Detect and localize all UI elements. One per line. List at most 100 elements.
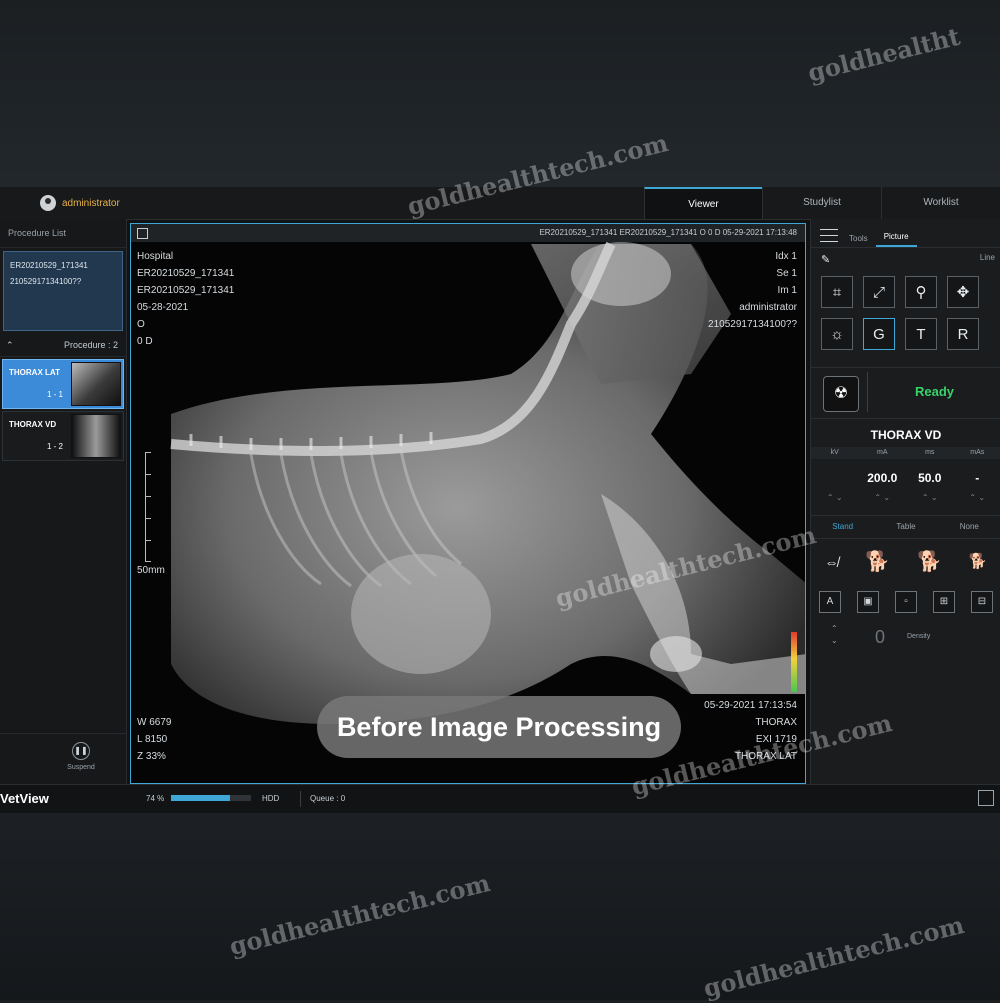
overlay-acq-time: 05-29-2021 17:13:54 xyxy=(704,697,797,714)
overlay-view: THORAX LAT xyxy=(704,748,797,765)
overlay-age: 0 D xyxy=(137,333,234,350)
user-name: administrator xyxy=(62,198,120,209)
stepper-arrows-icon[interactable]: ⌃ ⌄ xyxy=(906,493,954,507)
procedure-count: ⌃ Procedure : 2 xyxy=(0,334,126,357)
param-header: mAs xyxy=(954,447,1000,459)
density-label: Density xyxy=(907,633,930,640)
stepper-arrows-icon[interactable]: ⌃ ⌄ xyxy=(811,493,859,507)
param-header: mA xyxy=(859,447,907,459)
pencil-icon[interactable]: ✎ xyxy=(821,253,830,266)
tool-grid: ⌗ ⤢ ⚲ ✥ ☼ G T R xyxy=(811,264,1000,350)
g-icon[interactable]: G xyxy=(863,318,895,350)
overlay-exposure-index: EXI 1719 xyxy=(704,731,797,748)
grid-layout-icon[interactable]: ⊞ xyxy=(933,591,955,613)
fit-icon[interactable]: ⤢ xyxy=(863,276,895,308)
procedure-panel: Procedure List ER20210529_171341 2105291… xyxy=(0,219,127,784)
brightness-icon[interactable]: ☼ xyxy=(821,318,853,350)
procedure-label: THORAX LAT xyxy=(9,368,60,377)
stepper-arrows-icon[interactable]: ⌃ ⌄ xyxy=(954,493,1000,507)
queue-status: Queue : 0 xyxy=(310,794,345,803)
line-label: Line xyxy=(980,253,995,262)
text-icon[interactable]: T xyxy=(905,318,937,350)
move-icon[interactable]: ✥ xyxy=(947,276,979,308)
param-value-ms[interactable]: 50.0 xyxy=(906,463,954,493)
density-stepper-icon[interactable]: ⌃⌄ xyxy=(831,623,838,647)
layout-icon[interactable] xyxy=(137,228,148,239)
tools-panel: Tools Picture ✎ Line ⌗ ⤢ ⚲ ✥ ☼ G T R ☢ R… xyxy=(810,219,1000,784)
window-icon[interactable] xyxy=(978,790,994,806)
tab-stand[interactable]: Stand xyxy=(811,516,874,538)
overlay-index: Idx 1 xyxy=(708,248,797,265)
tab-table[interactable]: Table xyxy=(874,516,937,538)
large-dog-icon[interactable]: 🐕 xyxy=(865,545,890,579)
position-tabs: Stand Table None xyxy=(811,515,1000,539)
patient-card[interactable]: ER20210529_171341 21052917134100?? xyxy=(3,251,123,331)
split-icon[interactable]: ⇎ xyxy=(824,545,838,579)
zoom-icon[interactable]: ⚲ xyxy=(905,276,937,308)
small-dog-icon[interactable]: 🐕 xyxy=(969,545,988,579)
center-field-icon[interactable]: ▫ xyxy=(895,591,917,613)
param-value-kv[interactable] xyxy=(811,463,859,493)
param-value-ma[interactable]: 200.0 xyxy=(859,463,907,493)
overlay-study-id: ER20210529_171341 xyxy=(137,282,234,299)
scale-ruler xyxy=(145,452,154,562)
tab-viewer[interactable]: Viewer xyxy=(644,187,762,219)
suspend-button[interactable]: ❚❚ Suspend xyxy=(60,742,102,771)
overlay-body-part: THORAX xyxy=(704,714,797,731)
patient-id: ER20210529_171341 xyxy=(10,258,116,274)
procedure-item-thorax-vd[interactable]: THORAX VD 1 - 2 xyxy=(2,411,124,461)
tab-tools[interactable]: Tools xyxy=(841,234,876,247)
status-text: Ready xyxy=(915,384,954,399)
generator-status: ☢ Ready xyxy=(811,367,1000,419)
tab-picture[interactable]: Picture xyxy=(876,232,917,247)
procedure-label: THORAX VD xyxy=(9,420,56,429)
medium-dog-icon[interactable]: 🐕 xyxy=(917,545,942,579)
collimator-icon[interactable]: ⊟ xyxy=(971,591,993,613)
overlay-series: Se 1 xyxy=(708,265,797,282)
suspend-label: Suspend xyxy=(67,764,95,771)
auto-icon[interactable]: A xyxy=(819,591,841,613)
overlay-image: Im 1 xyxy=(708,282,797,299)
tab-worklist[interactable]: Worklist xyxy=(881,187,1000,219)
patient-size-row: ⇎ 🐕 🐕 🐕 xyxy=(811,545,1000,579)
procedure-list-header: Procedure List xyxy=(0,219,126,248)
aec-field-icon[interactable]: ▣ xyxy=(857,591,879,613)
exposure-param-headers: kV mA ms mAs xyxy=(811,447,1000,459)
user-menu[interactable]: administrator xyxy=(40,195,120,211)
collapse-icon[interactable]: ⌃ xyxy=(6,334,14,356)
overlay-zoom: Z 33% xyxy=(137,748,171,765)
procedure-item-thorax-lat[interactable]: THORAX LAT 1 - 1 xyxy=(2,359,124,409)
viewer-info-text: ER20210529_171341 ER20210529_171341 O 0 … xyxy=(539,224,797,242)
rotate-icon[interactable]: R xyxy=(947,318,979,350)
image-viewer[interactable]: ER20210529_171341 ER20210529_171341 O 0 … xyxy=(130,223,806,784)
status-bar: VetView 74 % HDD Queue : 0 xyxy=(0,784,1000,813)
watermark-text: goldhealthtech.com xyxy=(226,868,492,961)
exposure-indicator-bar xyxy=(791,632,797,692)
tab-studylist[interactable]: Studylist xyxy=(762,187,881,219)
crop-icon[interactable]: ⌗ xyxy=(821,276,853,308)
top-bar: administrator Viewer Studylist Worklist xyxy=(0,187,1000,220)
radiation-icon[interactable]: ☢ xyxy=(823,376,859,412)
overlay-sex: O xyxy=(137,316,234,333)
watermark-text: goldhealtht xyxy=(805,22,963,88)
tab-none[interactable]: None xyxy=(938,516,1000,538)
user-icon xyxy=(40,195,56,211)
density-value: 0 xyxy=(875,627,885,648)
overlay-bottom-left: W 6679 L 8150 Z 33% xyxy=(137,714,171,765)
patient-sub-id: 21052917134100?? xyxy=(10,274,116,290)
settings-sliders-icon[interactable] xyxy=(817,223,841,247)
stepper-arrows-icon[interactable]: ⌃ ⌄ xyxy=(859,493,907,507)
tools-tabs: Tools Picture xyxy=(811,219,1000,248)
exposure-param-values: 200.0 50.0 - xyxy=(811,463,1000,493)
divider xyxy=(300,791,301,807)
disk-usage-bar xyxy=(171,795,251,801)
overlay-hospital: Hospital xyxy=(137,248,234,265)
procedure-count-label: Procedure : 2 xyxy=(64,334,118,356)
overlay-bottom-right: 05-29-2021 17:13:54 THORAX EXI 1719 THOR… xyxy=(704,697,797,765)
overlay-top-left: Hospital ER20210529_171341 ER20210529_17… xyxy=(137,248,234,350)
main-tabs: Viewer Studylist Worklist xyxy=(644,187,1000,219)
overlay-accession: 21052917134100?? xyxy=(708,316,797,333)
overlay-date: 05-28-2021 xyxy=(137,299,234,316)
overlay-level: L 8150 xyxy=(137,731,171,748)
param-value-mas[interactable]: - xyxy=(954,463,1000,493)
